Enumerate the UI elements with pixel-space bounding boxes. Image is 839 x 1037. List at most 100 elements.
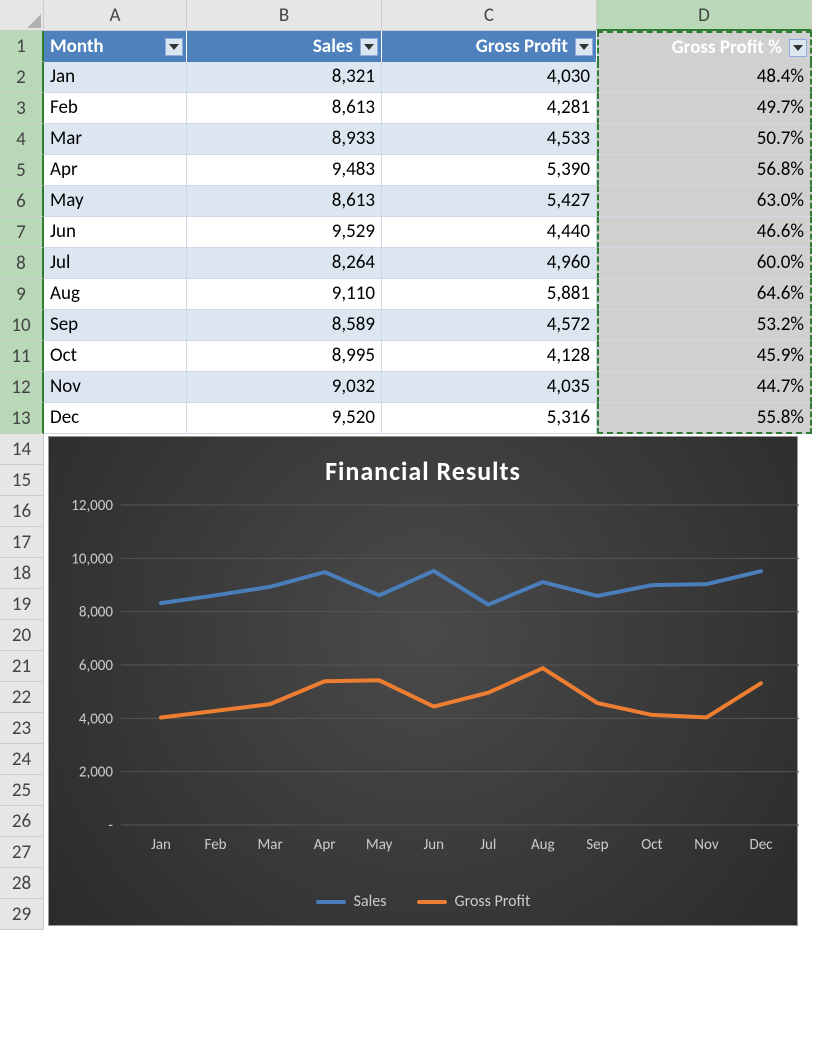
cell-gross-profit-pct[interactable]: 45.9% xyxy=(597,341,812,372)
row-header[interactable]: 9 xyxy=(0,279,44,310)
row-header[interactable]: 27 xyxy=(0,837,44,868)
col-header-a[interactable]: A xyxy=(44,0,187,31)
filter-button-month[interactable] xyxy=(165,38,183,56)
cell-month[interactable]: May xyxy=(44,186,187,217)
cell-sales[interactable]: 9,032 xyxy=(187,372,382,403)
cell-gross-profit[interactable]: 4,030 xyxy=(382,62,597,93)
row-header[interactable]: 7 xyxy=(0,217,44,248)
cell-gross-profit[interactable]: 5,881 xyxy=(382,279,597,310)
row-header[interactable]: 26 xyxy=(0,806,44,837)
cell-month[interactable]: Dec xyxy=(44,403,187,434)
cell-month[interactable]: Sep xyxy=(44,310,187,341)
cell-sales[interactable]: 8,264 xyxy=(187,248,382,279)
row-header[interactable]: 20 xyxy=(0,620,44,651)
cell-gross-profit-pct[interactable]: 60.0% xyxy=(597,248,812,279)
select-all-corner[interactable] xyxy=(0,0,44,31)
legend-label: Gross Profit xyxy=(455,892,531,911)
filter-button-sales[interactable] xyxy=(360,38,378,56)
cell-sales[interactable]: 8,995 xyxy=(187,341,382,372)
row-header[interactable]: 29 xyxy=(0,899,44,930)
cell-month[interactable]: Apr xyxy=(44,155,187,186)
cell-gross-profit-pct[interactable]: 56.8% xyxy=(597,155,812,186)
cell-sales[interactable]: 9,529 xyxy=(187,217,382,248)
cell-month[interactable]: Nov xyxy=(44,372,187,403)
cell-gross-profit[interactable]: 4,440 xyxy=(382,217,597,248)
col-header-d[interactable]: D xyxy=(597,0,812,31)
cell-gross-profit-pct[interactable]: 44.7% xyxy=(597,372,812,403)
cell-gross-profit[interactable]: 4,035 xyxy=(382,372,597,403)
row-header[interactable]: 22 xyxy=(0,682,44,713)
row-header[interactable]: 16 xyxy=(0,496,44,527)
table-header-month[interactable]: Month xyxy=(44,31,187,62)
cell-gross-profit-pct[interactable]: 50.7% xyxy=(597,124,812,155)
legend-item[interactable]: Gross Profit xyxy=(417,892,531,911)
row-header[interactable]: 14 xyxy=(0,434,44,465)
col-header-c[interactable]: C xyxy=(382,0,597,31)
legend-item[interactable]: Sales xyxy=(316,892,387,911)
cell-month[interactable]: Jun xyxy=(44,217,187,248)
row-header[interactable]: 4 xyxy=(0,124,44,155)
cell-sales[interactable]: 9,520 xyxy=(187,403,382,434)
cell-sales[interactable]: 8,933 xyxy=(187,124,382,155)
row-header[interactable]: 24 xyxy=(0,744,44,775)
x-tick-label: May xyxy=(366,836,393,854)
row-header[interactable]: 6 xyxy=(0,186,44,217)
table-header-gross-profit-pct[interactable]: Gross Profit % xyxy=(597,31,812,62)
y-tick-label: 2,000 xyxy=(79,764,114,782)
cell-gross-profit[interactable]: 4,533 xyxy=(382,124,597,155)
cell-gross-profit-pct[interactable]: 48.4% xyxy=(597,62,812,93)
table-header-sales[interactable]: Sales xyxy=(187,31,382,62)
cell-gross-profit[interactable]: 5,316 xyxy=(382,403,597,434)
embedded-chart[interactable]: Financial Results-2,0004,0006,0008,00010… xyxy=(48,436,798,926)
cell-month[interactable]: Jul xyxy=(44,248,187,279)
cell-month[interactable]: Mar xyxy=(44,124,187,155)
row-header[interactable]: 10 xyxy=(0,310,44,341)
col-header-b[interactable]: B xyxy=(187,0,382,31)
cell-sales[interactable]: 9,483 xyxy=(187,155,382,186)
row-header[interactable]: 5 xyxy=(0,155,44,186)
cell-gross-profit[interactable]: 4,960 xyxy=(382,248,597,279)
table-header-gross-profit[interactable]: Gross Profit xyxy=(382,31,597,62)
filter-button-gross-profit[interactable] xyxy=(575,38,593,56)
cell-sales[interactable]: 9,110 xyxy=(187,279,382,310)
series-line[interactable] xyxy=(161,668,761,717)
cell-gross-profit-pct[interactable]: 63.0% xyxy=(597,186,812,217)
row-header[interactable]: 18 xyxy=(0,558,44,589)
cell-gross-profit-pct[interactable]: 55.8% xyxy=(597,403,812,434)
cell-gross-profit[interactable]: 5,390 xyxy=(382,155,597,186)
table-header-label: Gross Profit % xyxy=(605,36,804,59)
cell-gross-profit-pct[interactable]: 64.6% xyxy=(597,279,812,310)
row-header[interactable]: 28 xyxy=(0,868,44,899)
row-header[interactable]: 15 xyxy=(0,465,44,496)
series-line[interactable] xyxy=(161,571,761,605)
cell-month[interactable]: Jan xyxy=(44,62,187,93)
row-header[interactable]: 23 xyxy=(0,713,44,744)
cell-month[interactable]: Feb xyxy=(44,93,187,124)
cell-month[interactable]: Oct xyxy=(44,341,187,372)
row-header[interactable]: 3 xyxy=(0,93,44,124)
chevron-down-icon xyxy=(793,45,803,51)
row-header[interactable]: 13 xyxy=(0,403,44,434)
row-header[interactable]: 17 xyxy=(0,527,44,558)
row-header[interactable]: 11 xyxy=(0,341,44,372)
cell-sales[interactable]: 8,613 xyxy=(187,186,382,217)
row-header[interactable]: 21 xyxy=(0,651,44,682)
row-header[interactable]: 25 xyxy=(0,775,44,806)
cell-gross-profit[interactable]: 4,572 xyxy=(382,310,597,341)
cell-sales[interactable]: 8,589 xyxy=(187,310,382,341)
row-header[interactable]: 2 xyxy=(0,62,44,93)
cell-sales[interactable]: 8,613 xyxy=(187,93,382,124)
row-header[interactable]: 1 xyxy=(0,31,44,62)
cell-gross-profit-pct[interactable]: 53.2% xyxy=(597,310,812,341)
row-header[interactable]: 8 xyxy=(0,248,44,279)
cell-gross-profit-pct[interactable]: 49.7% xyxy=(597,93,812,124)
row-header[interactable]: 19 xyxy=(0,589,44,620)
cell-gross-profit-pct[interactable]: 46.6% xyxy=(597,217,812,248)
row-header[interactable]: 12 xyxy=(0,372,44,403)
filter-button-gross-profit-pct[interactable] xyxy=(789,39,807,57)
cell-gross-profit[interactable]: 5,427 xyxy=(382,186,597,217)
cell-month[interactable]: Aug xyxy=(44,279,187,310)
cell-gross-profit[interactable]: 4,281 xyxy=(382,93,597,124)
cell-sales[interactable]: 8,321 xyxy=(187,62,382,93)
cell-gross-profit[interactable]: 4,128 xyxy=(382,341,597,372)
